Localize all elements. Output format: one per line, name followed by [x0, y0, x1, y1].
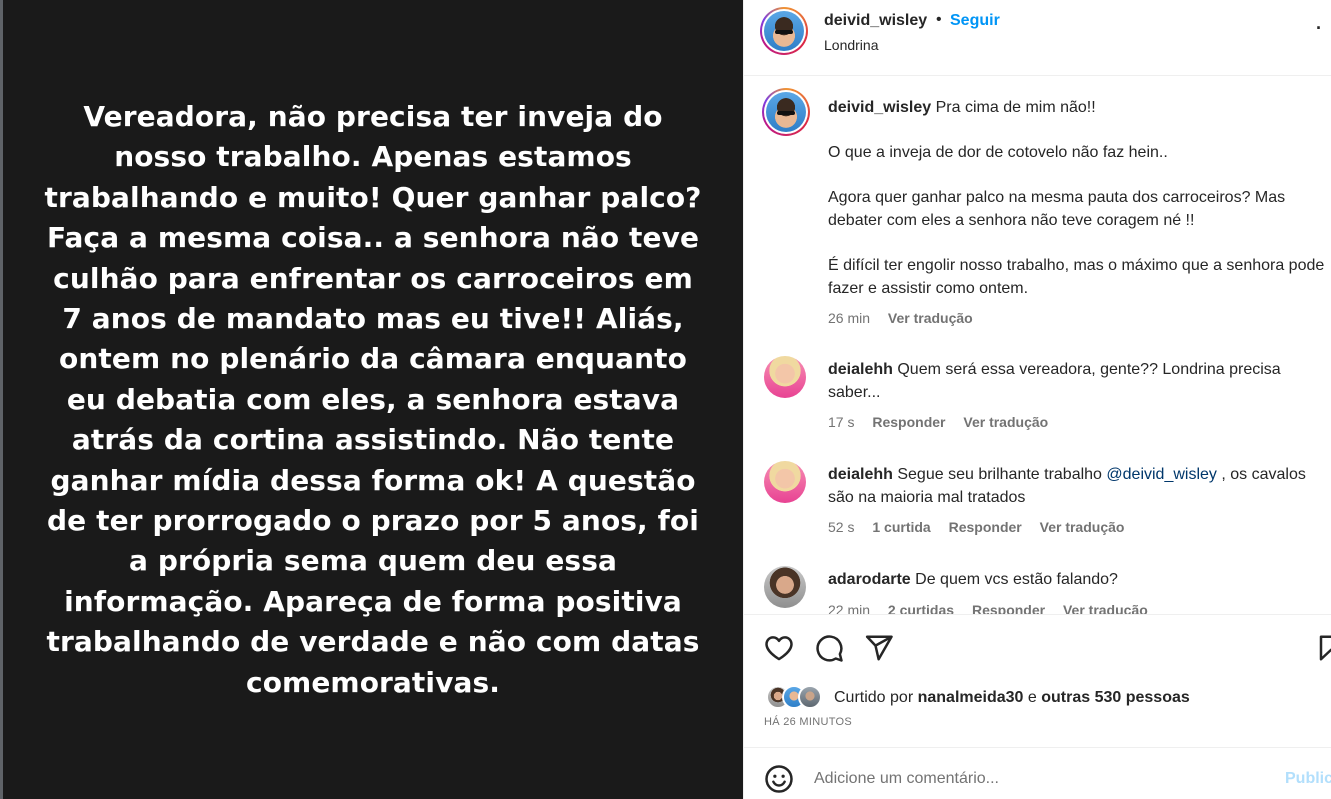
follow-button[interactable]: Seguir — [950, 12, 1000, 30]
likes-conjunction: e — [1027, 689, 1037, 706]
caption-meta: 26 min Ver tradução — [828, 310, 987, 326]
caption-avatar[interactable] — [762, 88, 810, 136]
commenter-avatar[interactable] — [764, 461, 806, 503]
commenter-avatar[interactable] — [764, 566, 806, 608]
reply-button[interactable]: Responder — [949, 519, 1022, 535]
comment-meta: 52 s 1 curtida Responder Ver tradução — [828, 519, 1138, 535]
liker-avatar — [798, 685, 822, 709]
caption-paragraph: É difícil ter engolir nosso trabalho, ma… — [828, 257, 1325, 297]
header-separator: • — [936, 11, 942, 28]
comment-meta: 22 min 2 curtidas Responder Ver tradução — [828, 602, 1162, 614]
likes-prefix: Curtido por — [834, 689, 914, 706]
see-translation-link[interactable]: Ver tradução — [1040, 519, 1125, 535]
comment-username[interactable]: deialehh — [828, 361, 893, 378]
caption-avatar-image — [766, 92, 806, 132]
comment-text: Segue seu brilhante trabalho — [897, 466, 1107, 483]
comment-text: De quem vcs estão falando? — [915, 571, 1118, 588]
likes-summary: Curtido por nanalmeida30 e outras 530 pe… — [834, 689, 1190, 707]
author-username[interactable]: deivid_wisley — [824, 12, 927, 30]
author-avatar-image — [764, 11, 804, 51]
liked-by-avatars[interactable] — [766, 685, 828, 711]
commenter-avatar[interactable] — [764, 356, 806, 398]
comment-body: deialehh Segue seu brilhante trabalho @d… — [828, 464, 1328, 509]
caption-username[interactable]: deivid_wisley — [828, 99, 931, 116]
publish-button[interactable]: Publicar — [1285, 770, 1331, 788]
comments-list[interactable]: deivid_wisley Pra cima de mim não!! O qu… — [744, 77, 1331, 614]
post-actions: Curtido por nanalmeida30 e outras 530 pe… — [744, 614, 1331, 747]
comment-mention[interactable]: @deivid_wisley — [1106, 466, 1217, 483]
bookmark-icon[interactable] — [1316, 633, 1331, 663]
send-icon[interactable] — [864, 633, 894, 663]
comment-time[interactable]: 52 s — [828, 519, 854, 535]
comment-username[interactable]: deialehh — [828, 466, 893, 483]
comment-text: Quem será essa vereadora, gente?? Londri… — [828, 361, 1281, 401]
comment-time[interactable]: 17 s — [828, 414, 854, 430]
heart-icon[interactable] — [764, 633, 794, 663]
reply-button[interactable]: Responder — [972, 602, 1045, 614]
comment-body: deialehh Quem será essa vereadora, gente… — [828, 359, 1328, 404]
likes-others[interactable]: outras 530 pessoas — [1041, 689, 1190, 706]
comment-likes[interactable]: 1 curtida — [872, 519, 930, 535]
comment-input[interactable] — [814, 762, 1254, 796]
caption-paragraph: Agora quer ganhar palco na mesma pauta d… — [828, 189, 1286, 229]
post-image-text: Vereadora, não precisa ter inveja do nos… — [44, 99, 702, 699]
comment-time[interactable]: 22 min — [828, 602, 870, 614]
comment-meta: 17 s Responder Ver tradução — [828, 414, 1062, 430]
add-comment-bar: Publicar — [744, 747, 1331, 799]
comment-body: adarodarte De quem vcs estão falando? — [828, 569, 1328, 592]
post-location[interactable]: Londrina — [824, 37, 879, 53]
comment-icon[interactable] — [814, 633, 844, 663]
see-translation-link[interactable]: Ver tradução — [1063, 602, 1148, 614]
author-avatar[interactable] — [760, 7, 808, 55]
comment-username[interactable]: adarodarte — [828, 571, 911, 588]
post-header: deivid_wisley • Seguir Londrina · — [744, 0, 1331, 76]
see-translation-link[interactable]: Ver tradução — [963, 414, 1048, 430]
caption-paragraph: O que a inveja de dor de cotovelo não fa… — [828, 144, 1168, 162]
post-image: Vereadora, não precisa ter inveja do nos… — [3, 0, 743, 799]
emoji-icon[interactable] — [764, 764, 794, 794]
post-time-ago[interactable]: HÁ 26 MINUTOS — [764, 716, 852, 728]
see-translation-link[interactable]: Ver tradução — [888, 310, 973, 326]
reply-button[interactable]: Responder — [872, 414, 945, 430]
more-options-icon[interactable]: · — [1316, 18, 1322, 39]
caption-line1: Pra cima de mim não!! — [935, 99, 1096, 116]
caption-time[interactable]: 26 min — [828, 310, 870, 326]
comment-likes[interactable]: 2 curtidas — [888, 602, 954, 614]
caption-body: deivid_wisley Pra cima de mim não!! O qu… — [828, 97, 1328, 300]
liked-by-user[interactable]: nanalmeida30 — [918, 689, 1024, 706]
post-side-panel: deivid_wisley • Seguir Londrina · deivid… — [743, 0, 1331, 799]
